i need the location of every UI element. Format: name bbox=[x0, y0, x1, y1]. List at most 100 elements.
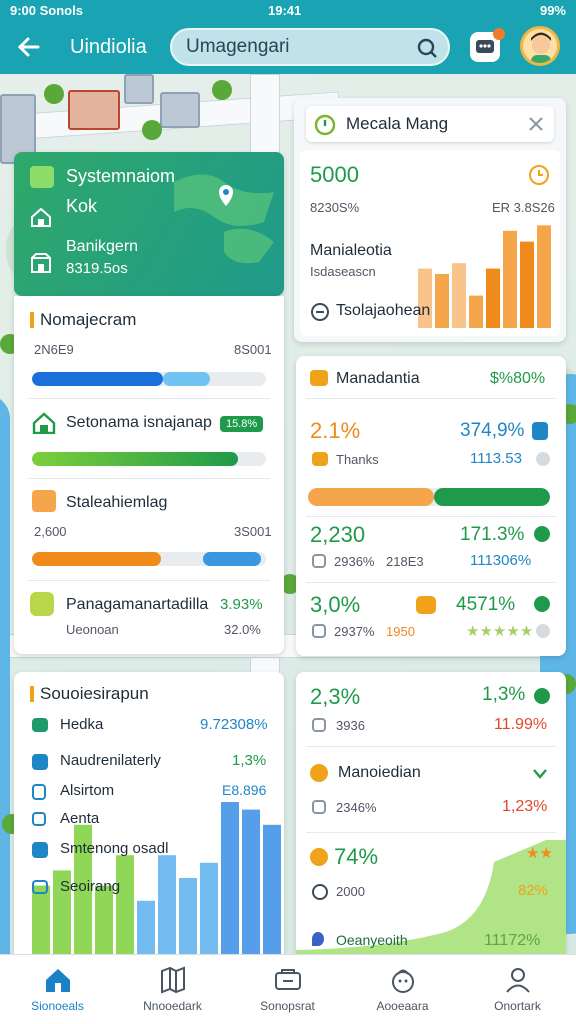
divider bbox=[28, 478, 270, 479]
chart-bar bbox=[503, 230, 517, 328]
divider bbox=[306, 398, 556, 399]
bag-orange-icon bbox=[416, 596, 436, 614]
rating-stars: ★★★★★ bbox=[466, 623, 534, 640]
clock-icon bbox=[529, 165, 549, 185]
arrow-left-icon bbox=[17, 37, 40, 57]
stats-r2-left: 2,230 bbox=[310, 522, 366, 547]
tag-icon bbox=[310, 370, 328, 386]
chart-sub-label: Isdaseascn bbox=[310, 264, 376, 279]
house-icon bbox=[31, 207, 51, 227]
divider bbox=[28, 580, 270, 581]
nav-item-profile[interactable]: Onortark bbox=[460, 955, 575, 1024]
row4-label: Panagamanartadilla bbox=[66, 596, 209, 613]
calendar-icon bbox=[312, 624, 326, 638]
card-icon bbox=[32, 718, 48, 732]
nav-item-map[interactable]: Nnooedark bbox=[115, 955, 230, 1024]
chat-bubble-icon bbox=[30, 166, 54, 188]
home-outline-icon bbox=[32, 412, 56, 434]
status-carrier: 9:00 Sonols bbox=[10, 3, 83, 18]
more-icon[interactable] bbox=[536, 624, 550, 638]
nav-item-cart[interactable]: Sonopsrat bbox=[230, 955, 345, 1024]
progress-card: Nomajecram 2N6E9 8S001 Setonama isnajana… bbox=[14, 296, 284, 654]
stats-r3b-mid: 1950 bbox=[386, 624, 415, 639]
chart-bar bbox=[137, 900, 155, 954]
grid-icon bbox=[32, 490, 56, 512]
chevron-down-icon[interactable] bbox=[532, 768, 548, 780]
stats-r2b-mid: 218E3 bbox=[386, 554, 424, 569]
row3-progress-fill-orange bbox=[32, 552, 161, 566]
chart-bar bbox=[95, 885, 113, 954]
title-marker bbox=[30, 312, 34, 328]
summary-bar-chart bbox=[32, 802, 281, 954]
divider bbox=[306, 582, 556, 583]
list-icon bbox=[312, 452, 328, 466]
search-input[interactable] bbox=[186, 34, 416, 60]
trend-r2b-left: 2346% bbox=[336, 800, 377, 815]
trend-r1b-left: 3936 bbox=[336, 718, 365, 733]
location-pill[interactable]: Mecala Mang bbox=[306, 106, 554, 142]
stats-r1-right: 374,9% bbox=[460, 420, 525, 441]
bottom-navigation: Sionoeals Nnooedark Sonopsrat Aooeaara O… bbox=[0, 954, 576, 1024]
stats-progress-fill-orange bbox=[308, 488, 434, 506]
hero-value: 8319.5os bbox=[66, 260, 128, 277]
divider bbox=[306, 746, 556, 747]
stats-title: Manadantia bbox=[336, 370, 420, 387]
nav-label: Onortark bbox=[494, 999, 541, 1013]
title-marker bbox=[30, 686, 34, 702]
document-icon bbox=[32, 784, 46, 800]
calendar-icon bbox=[312, 554, 326, 568]
nav-label: Aooeaara bbox=[376, 999, 429, 1013]
user-avatar-icon bbox=[531, 32, 551, 63]
top-bar: Uindiolia bbox=[0, 22, 576, 74]
summary-item-label: Hedka bbox=[60, 716, 104, 733]
nav-label: Sonopsrat bbox=[260, 999, 315, 1013]
summary-item-value: 9.72308% bbox=[200, 716, 268, 733]
divider bbox=[306, 516, 556, 517]
cart-icon bbox=[275, 969, 301, 990]
chart-bar bbox=[221, 802, 239, 954]
chart-bar bbox=[520, 241, 534, 328]
close-icon[interactable] bbox=[528, 116, 544, 132]
edit-icon bbox=[32, 812, 46, 826]
location-card: Mecala Mang 5000 8230S% ER 3.8S26 Manial… bbox=[294, 98, 566, 342]
map-icon bbox=[161, 966, 185, 994]
hero-title: Systemnaiom bbox=[66, 166, 176, 186]
summary-item-label: Seoirang bbox=[60, 878, 121, 895]
check-circle-icon bbox=[534, 688, 550, 704]
drop-icon bbox=[312, 932, 324, 946]
summary-item-value: 1,3% bbox=[232, 752, 267, 769]
row3-label: Staleahiemlag bbox=[66, 494, 168, 511]
status-bar: 9:00 Sonols 19:41 99% bbox=[0, 0, 576, 22]
trend-r3b-right: 82% bbox=[518, 882, 549, 899]
trend-r3b-left: 2000 bbox=[336, 884, 365, 899]
stats-r3b-left: 2937% bbox=[334, 624, 375, 639]
progress-card-title: Nomajecram bbox=[40, 310, 137, 329]
trend-r4-left: Oeanyeoith bbox=[336, 932, 408, 948]
location-sub-right: ER 3.8S26 bbox=[492, 200, 555, 215]
summary-title: Souoiesirapun bbox=[40, 684, 149, 703]
nav-item-home[interactable]: Sionoeals bbox=[0, 955, 115, 1024]
summary-item-label: Aenta bbox=[60, 810, 100, 827]
stats-progress-fill-green bbox=[433, 488, 550, 506]
avatar[interactable] bbox=[520, 26, 560, 66]
chat-button[interactable] bbox=[470, 28, 505, 62]
stats-r1b-right: 1113.53 bbox=[470, 450, 522, 467]
hero-label: Banikgern bbox=[66, 238, 139, 255]
nav-item-bag[interactable]: Aooeaara bbox=[345, 955, 460, 1024]
search-icon[interactable] bbox=[416, 37, 438, 59]
nav-label: Nnooedark bbox=[143, 999, 202, 1013]
location-title: Mecala Mang bbox=[346, 114, 449, 133]
search-box[interactable] bbox=[170, 28, 450, 66]
more-icon[interactable] bbox=[536, 452, 550, 466]
row2-badge: 15.8% bbox=[220, 416, 264, 432]
hero-card[interactable]: Systemnaiom Kok Banikgern 8319.5os bbox=[14, 152, 284, 296]
chart-bar bbox=[469, 295, 483, 328]
trend-r1-right: 1,3% bbox=[482, 684, 526, 705]
stats-r3-right: 4571% bbox=[456, 594, 516, 615]
trend-r2b-right: 1,23% bbox=[502, 798, 548, 815]
chart-bar bbox=[242, 809, 260, 954]
summary-item-label: Alsirtom bbox=[60, 782, 115, 799]
back-button[interactable] bbox=[14, 34, 44, 62]
leaf-icon bbox=[30, 592, 54, 616]
bag-icon bbox=[392, 969, 414, 993]
